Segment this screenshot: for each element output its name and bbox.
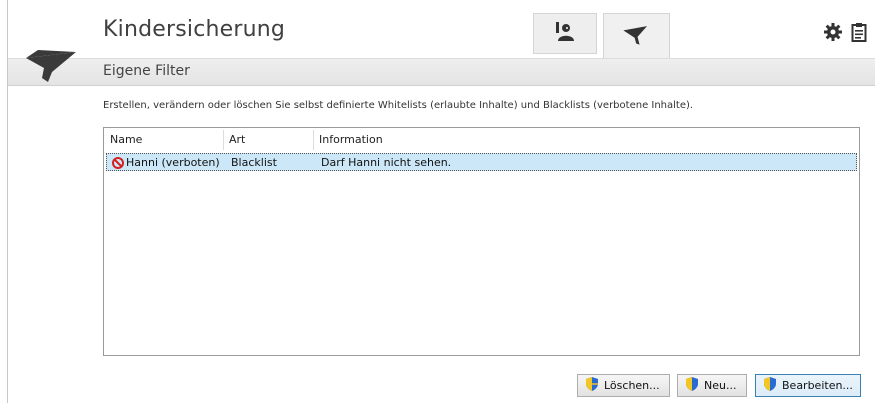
description-text: Erstellen, verändern oder löschen Sie se… [103,100,694,111]
edit-button-label: Bearbeiten... [782,379,853,392]
section-header: Eigene Filter [8,58,875,86]
shield-icon [686,377,698,394]
tab-filter[interactable] [603,13,670,59]
delete-button-label: Löschen... [604,379,660,392]
section-title: Eigene Filter [103,63,190,79]
filter-icon [22,42,80,90]
tab-user[interactable] [533,13,597,54]
table-row[interactable]: Hanni (verboten) Blacklist Darf Hanni ni… [106,153,857,171]
user-icon [554,21,576,46]
row-art: Blacklist [231,156,277,169]
filter-icon [622,23,651,51]
new-button-label: Neu... [704,379,737,392]
filter-table[interactable]: Name Art Information Hanni (verboten) Bl… [103,127,860,356]
new-button[interactable]: Neu... [677,374,747,397]
clipboard-icon[interactable] [851,22,867,46]
edit-button[interactable]: Bearbeiten... [755,374,861,397]
page-title: Kindersicherung [103,17,286,42]
shield-icon [764,377,776,394]
shield-icon [586,377,598,394]
column-header-information[interactable]: Information [313,128,613,152]
gear-icon[interactable] [823,22,843,46]
column-header-name[interactable]: Name [104,128,222,152]
delete-button[interactable]: Löschen... [577,374,670,397]
blocked-icon [112,155,124,173]
row-name: Hanni (verboten) [126,156,220,169]
row-information: Darf Hanni nicht sehen. [321,156,452,169]
column-header-art[interactable]: Art [223,128,313,152]
